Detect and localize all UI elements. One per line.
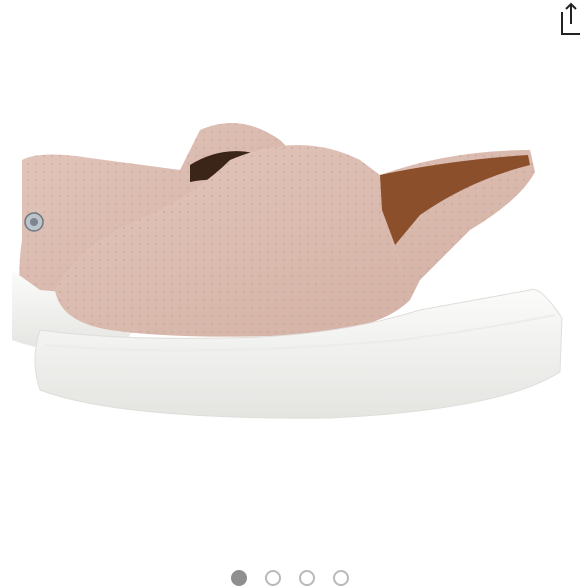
share-button[interactable]: [558, 0, 580, 38]
pager-dot-2[interactable]: [265, 570, 281, 586]
share-icon: [561, 2, 580, 35]
pager-dot-1[interactable]: [231, 570, 247, 586]
pager-dot-3[interactable]: [299, 570, 315, 586]
product-image[interactable]: [0, 0, 580, 560]
image-pager: [0, 560, 580, 586]
product-image-viewer: [0, 0, 580, 586]
pager-dot-4[interactable]: [333, 570, 349, 586]
